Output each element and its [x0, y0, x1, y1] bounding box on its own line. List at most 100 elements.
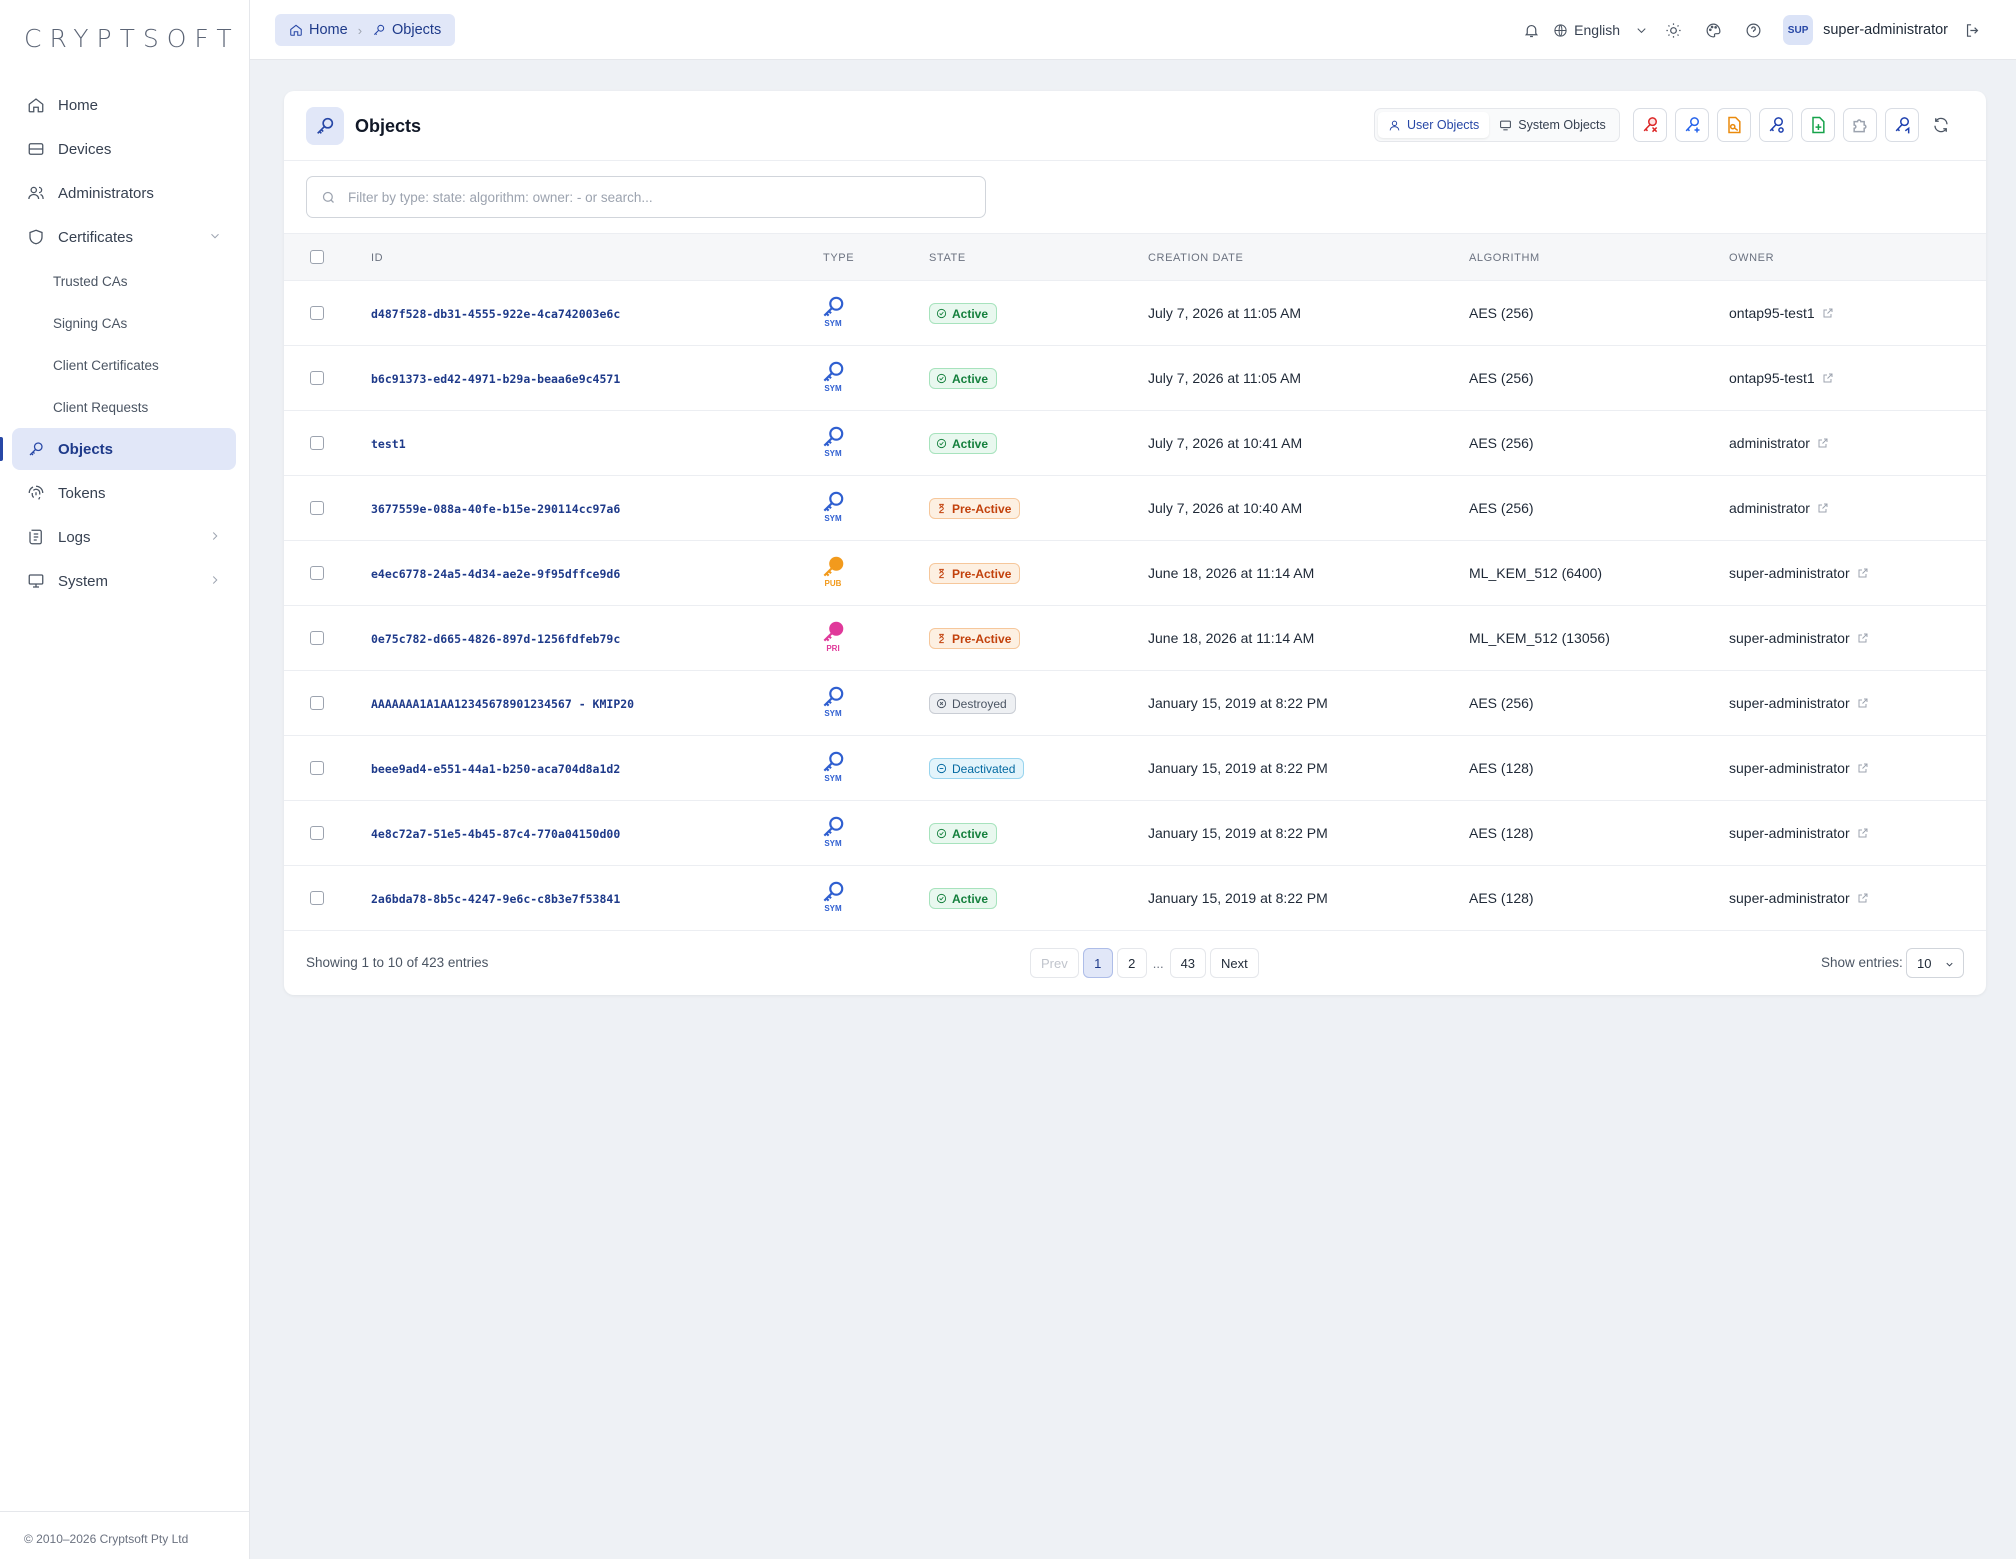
topbar-actions: English SUP super-administrator [1507, 14, 1988, 46]
table-row[interactable]: d487f528-db31-4555-922e-4ca742003e6c SYM A… [284, 281, 1986, 346]
object-id-link[interactable]: AAAAAAA1A1AA12345678901234567 - KMIP20 [371, 697, 634, 711]
table-row[interactable]: AAAAAAA1A1AA12345678901234567 - KMIP20 SY… [284, 671, 1986, 736]
sidebar-item-tokens[interactable]: Tokens [12, 472, 236, 514]
row-checkbox[interactable] [310, 436, 324, 450]
sun-icon[interactable] [1657, 14, 1689, 46]
prev-page-button[interactable]: Prev [1030, 948, 1079, 978]
row-checkbox[interactable] [310, 306, 324, 320]
row-checkbox[interactable] [310, 696, 324, 710]
object-id-link[interactable]: beee9ad4-e551-44a1-b250-aca704d8a1d2 [371, 762, 620, 776]
page-2-button[interactable]: 2 [1116, 948, 1147, 978]
user-objects-button[interactable]: User Objects [1378, 112, 1490, 138]
bell-icon[interactable] [1515, 14, 1547, 46]
table-row[interactable]: 3677559e-088a-40fe-b15e-290114cc97a6 SYM P… [284, 476, 1986, 541]
palette-icon[interactable] [1697, 14, 1729, 46]
user-name[interactable]: super-administrator [1823, 22, 1948, 38]
breadcrumb-current-label: Objects [392, 22, 442, 38]
owner-link[interactable]: administrator [1729, 435, 1829, 451]
breadcrumb-home[interactable]: Home [289, 22, 348, 38]
external-link-icon [1858, 893, 1868, 903]
owner-link[interactable]: super-administrator [1729, 630, 1869, 646]
object-id-link[interactable]: d487f528-db31-4555-922e-4ca742003e6c [371, 307, 620, 321]
status-icon [936, 438, 947, 449]
owner-link[interactable]: ontap95-test1 [1729, 370, 1834, 386]
page-1-button[interactable]: 1 [1082, 948, 1113, 978]
object-id-link[interactable]: e4ec6778-24a5-4d34-ae2e-9f95dffce9d6 [371, 567, 620, 581]
next-page-button[interactable]: Next [1210, 948, 1259, 978]
refresh-button[interactable] [1924, 108, 1958, 142]
column-owner[interactable]: OWNER [1729, 252, 1774, 264]
sidebar-item-devices[interactable]: Devices [12, 128, 236, 170]
sidebar-item-signing-cas[interactable]: Signing CAs [12, 302, 236, 344]
column-creation-date[interactable]: CREATION DATE [1148, 252, 1243, 264]
entries-per-page-select[interactable]: 10 [1906, 948, 1964, 978]
row-checkbox[interactable] [310, 566, 324, 580]
object-id-link[interactable]: 2a6bda78-8b5c-4247-9e6c-c8b3e7f53841 [371, 892, 620, 906]
owner-link[interactable]: super-administrator [1729, 565, 1869, 581]
active-indicator [0, 437, 3, 461]
sidebar-item-certificates[interactable]: Certificates [12, 216, 236, 258]
help-icon[interactable] [1737, 14, 1769, 46]
register-object-button[interactable] [1717, 108, 1751, 142]
system-objects-button[interactable]: System Objects [1489, 112, 1616, 138]
search-input[interactable] [348, 189, 948, 205]
row-checkbox[interactable] [310, 371, 324, 385]
object-id-link[interactable]: test1 [371, 437, 406, 451]
table-row[interactable]: 0e75c782-d665-4826-897d-1256fdfeb79c PRI P… [284, 606, 1986, 671]
column-algorithm[interactable]: ALGORITHM [1469, 252, 1540, 264]
table-row[interactable]: beee9ad4-e551-44a1-b250-aca704d8a1d2 SYM D… [284, 736, 1986, 801]
create-key-pair-button[interactable] [1759, 108, 1793, 142]
sidebar-item-objects[interactable]: Objects [0, 428, 236, 470]
table-row[interactable]: e4ec6778-24a5-4d34-ae2e-9f95dffce9d6 PUB P… [284, 541, 1986, 606]
row-checkbox[interactable] [310, 891, 324, 905]
sidebar-item-client-certificates[interactable]: Client Certificates [12, 344, 236, 386]
logout-icon[interactable] [1956, 14, 1988, 46]
algorithm: AES (256) [1469, 500, 1534, 516]
table-row[interactable]: test1 SYM Active July 7, 2026 at 10:41 AM AE… [284, 411, 1986, 476]
object-type-label: SYM [824, 449, 842, 458]
sidebar-item-home[interactable]: Home [12, 84, 236, 126]
column-state[interactable]: STATE [929, 252, 966, 264]
object-id-link[interactable]: 4e8c72a7-51e5-4b45-87c4-770a04150d00 [371, 827, 620, 841]
object-id-link[interactable]: 0e75c782-d665-4826-897d-1256fdfeb79c [371, 632, 620, 646]
sidebar-item-administrators[interactable]: Administrators [12, 172, 236, 214]
system-objects-label: System Objects [1518, 118, 1606, 132]
key-delete-icon [1643, 117, 1658, 133]
document-add-icon [1812, 116, 1825, 134]
import-certificate-button[interactable] [1801, 108, 1835, 142]
avatar[interactable]: SUP [1783, 15, 1814, 45]
sidebar-item-label: Logs [58, 528, 91, 546]
language-select[interactable]: English [1553, 22, 1649, 38]
owner-link[interactable]: super-administrator [1729, 760, 1869, 776]
status-icon [936, 893, 947, 904]
object-id-link[interactable]: 3677559e-088a-40fe-b15e-290114cc97a6 [371, 502, 620, 516]
row-checkbox[interactable] [310, 631, 324, 645]
owner-link[interactable]: super-administrator [1729, 695, 1869, 711]
system-icon [1500, 120, 1512, 130]
destroy-objects-button[interactable] [1633, 108, 1667, 142]
table-row[interactable]: 2a6bda78-8b5c-4247-9e6c-c8b3e7f53841 SYM A… [284, 866, 1986, 931]
column-type[interactable]: TYPE [823, 252, 854, 264]
last-page-button[interactable]: 43 [1169, 948, 1207, 978]
export-key-button[interactable] [1885, 108, 1919, 142]
sidebar-item-trusted-cas[interactable]: Trusted CAs [12, 260, 236, 302]
owner-label: ontap95-test1 [1729, 370, 1815, 386]
select-all-checkbox[interactable] [310, 250, 324, 264]
creation-date: July 7, 2026 at 11:05 AM [1148, 370, 1302, 386]
table-row[interactable]: 4e8c72a7-51e5-4b45-87c4-770a04150d00 SYM A… [284, 801, 1986, 866]
import-object-button[interactable] [1843, 108, 1877, 142]
row-checkbox[interactable] [310, 826, 324, 840]
row-checkbox[interactable] [310, 501, 324, 515]
owner-link[interactable]: super-administrator [1729, 890, 1869, 906]
object-id-link[interactable]: b6c91373-ed42-4971-b29a-beaa6e9c4571 [371, 372, 620, 386]
owner-link[interactable]: super-administrator [1729, 825, 1869, 841]
sidebar-item-logs[interactable]: Logs [12, 516, 236, 558]
sidebar-item-system[interactable]: System [12, 560, 236, 602]
row-checkbox[interactable] [310, 761, 324, 775]
owner-link[interactable]: ontap95-test1 [1729, 305, 1834, 321]
column-id[interactable]: ID [371, 252, 383, 264]
create-symmetric-key-button[interactable] [1675, 108, 1709, 142]
sidebar-item-client-requests[interactable]: Client Requests [12, 386, 236, 428]
owner-link[interactable]: administrator [1729, 500, 1829, 516]
table-row[interactable]: b6c91373-ed42-4971-b29a-beaa6e9c4571 SYM A… [284, 346, 1986, 411]
